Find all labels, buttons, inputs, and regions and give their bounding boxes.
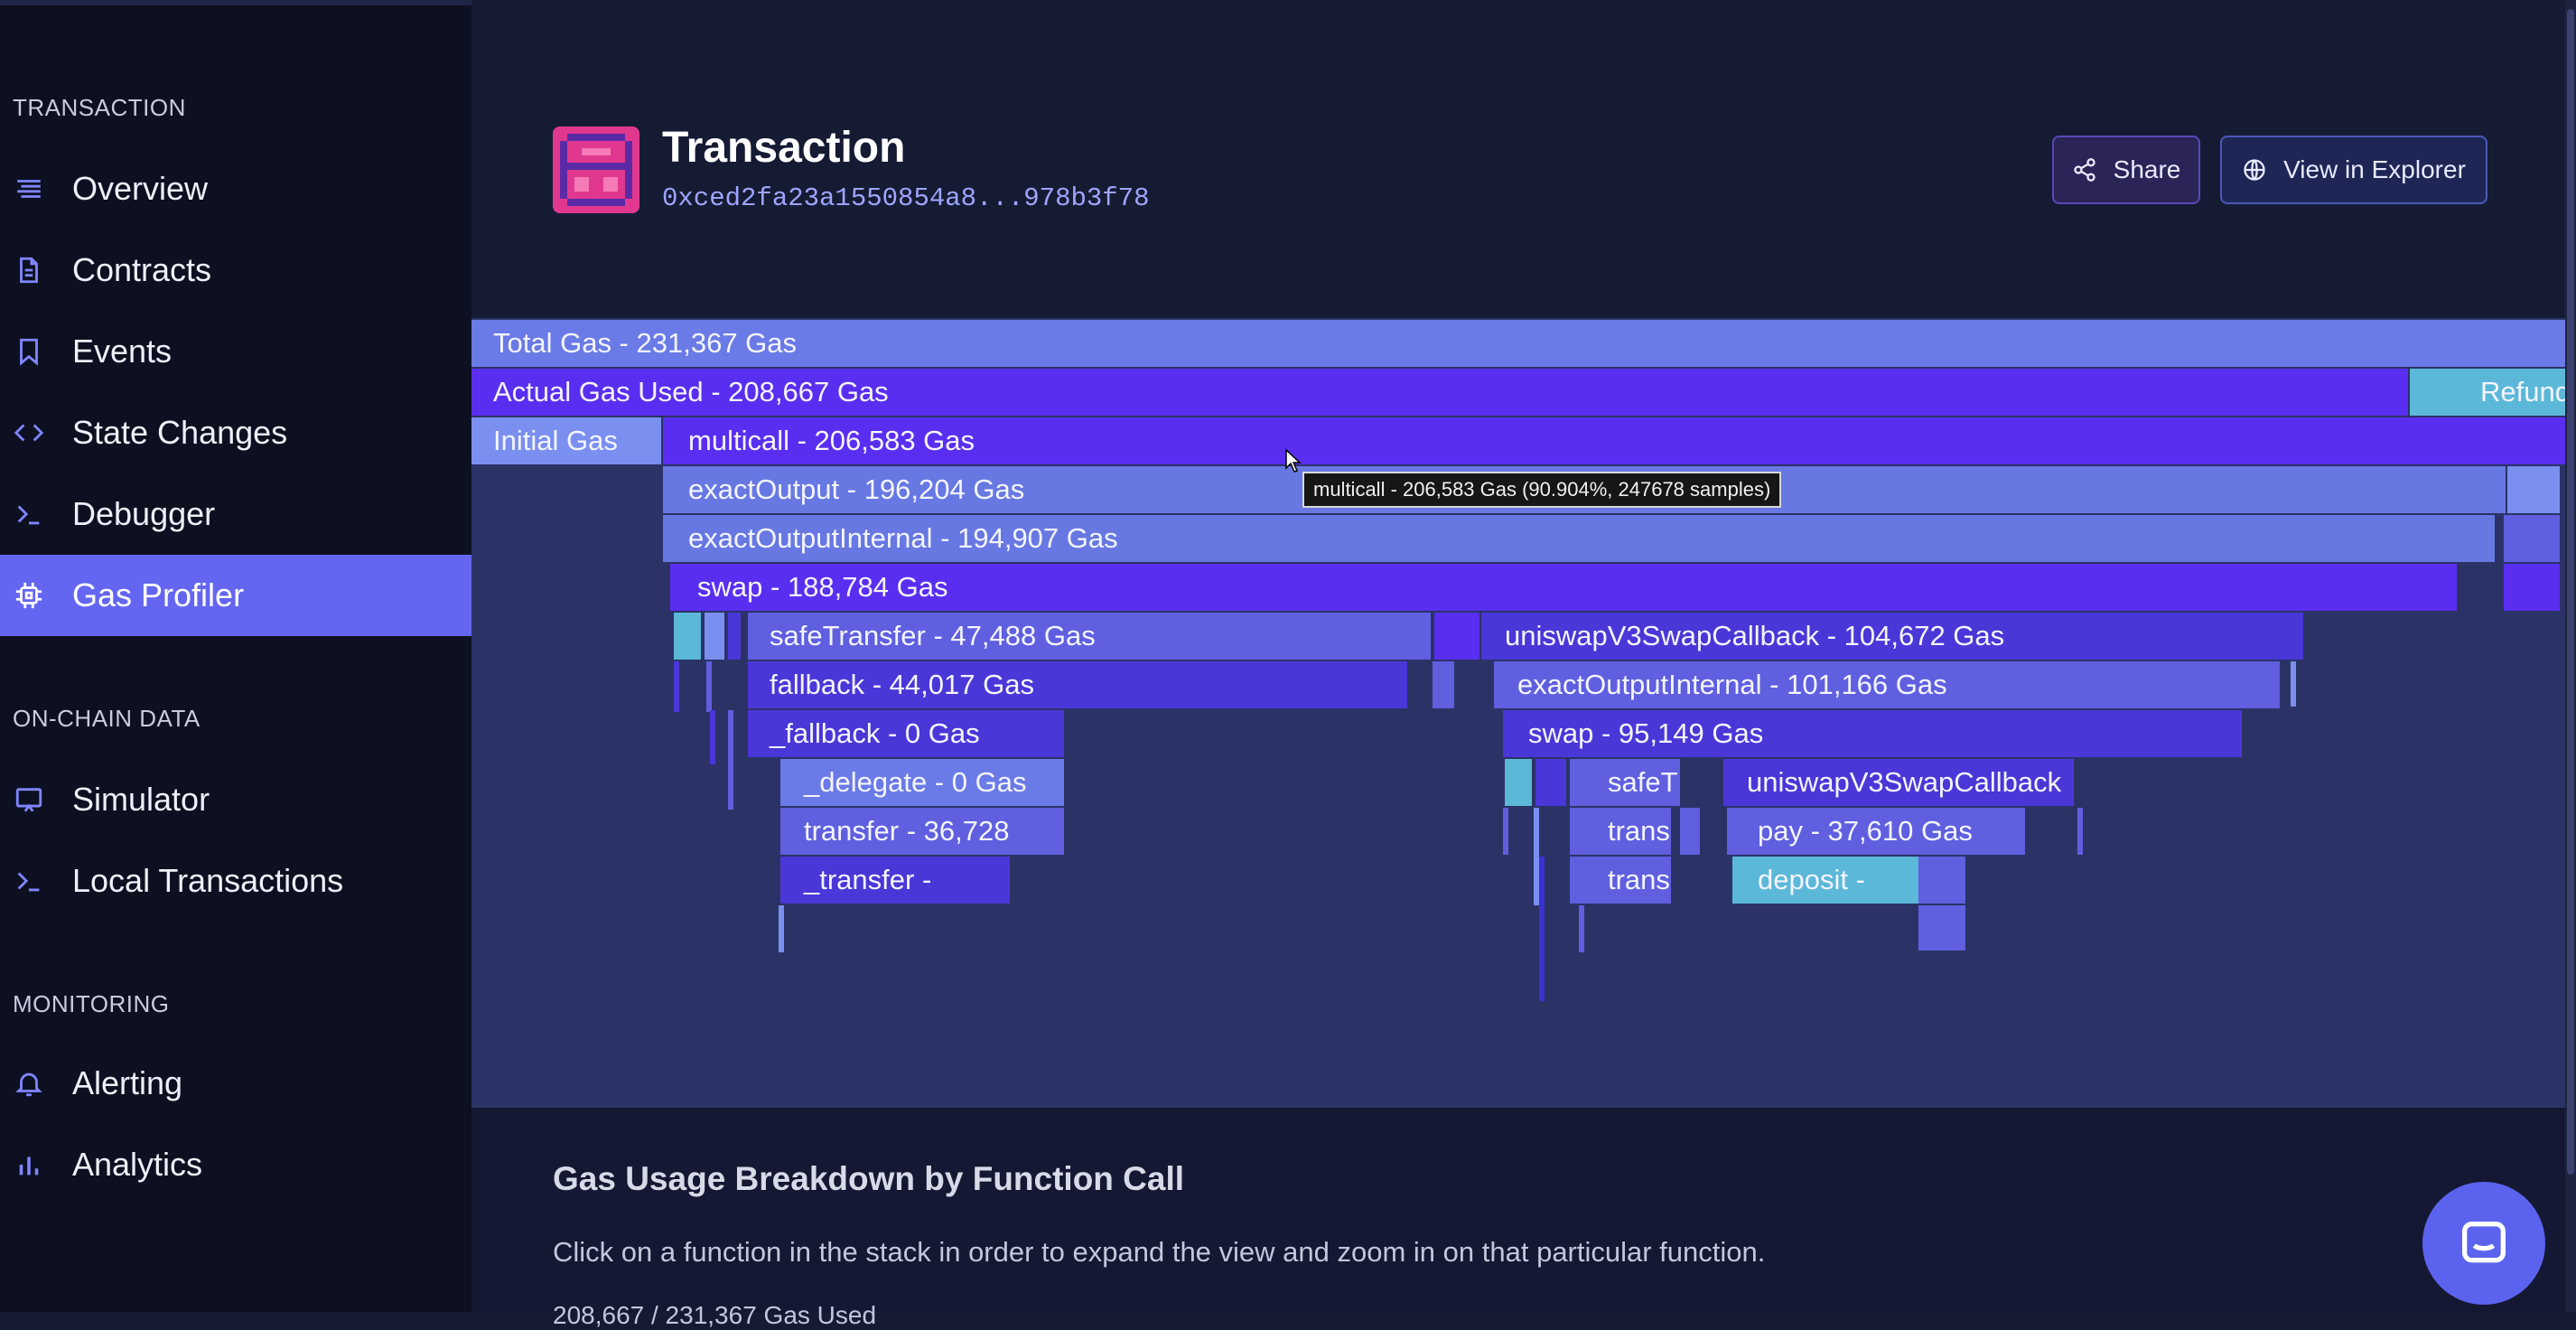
flame-bar-total-gas[interactable]: Total Gas - 231,367 Gas (471, 320, 2569, 367)
flame-bar-safe-transfer[interactable]: safeTransfer - 47,488 Gas (748, 613, 1431, 660)
flame-bar-transfer[interactable]: transfer - 36,728 (780, 808, 1064, 855)
sidebar-item-state-changes[interactable]: State Changes (0, 392, 471, 473)
sidebar-item-label: Gas Profiler (72, 576, 245, 613)
gas-used-summary: 208,667 / 231,367 Gas Used (553, 1301, 877, 1329)
flame-bar-deposit[interactable]: deposit - (1732, 857, 1918, 904)
flame-bar-small[interactable] (2504, 515, 2560, 562)
breakdown-title: Gas Usage Breakdown by Function Call (553, 1160, 1185, 1197)
flame-bar-small[interactable] (1918, 905, 1965, 951)
flame-sliver (2291, 661, 2296, 707)
app-root: TRANSACTION Overview Contracts Events St… (0, 0, 2576, 1329)
flame-bar-initial-gas[interactable]: Initial Gas (471, 417, 661, 464)
section-title-transaction: TRANSACTION (13, 94, 186, 121)
globe-icon (2244, 159, 2265, 181)
transaction-avatar-icon (553, 126, 639, 213)
mouse-cursor-icon (1285, 448, 1302, 473)
chat-support-button[interactable] (2422, 1182, 2545, 1305)
flame-sliver (1579, 905, 1584, 952)
flame-sliver (728, 710, 733, 810)
flame-sliver (706, 661, 712, 712)
flame-bar-delegate[interactable]: _delegate - 0 Gas (780, 759, 1064, 806)
flame-tooltip: multicall - 206,583 Gas (90.904%, 247678… (1302, 472, 1782, 508)
flame-bar-pay[interactable]: pay - 37,610 Gas (1727, 808, 2025, 855)
flame-bar-swap-2[interactable]: swap - 95,149 Gas (1503, 710, 2242, 757)
sidebar-item-analytics[interactable]: Analytics (0, 1124, 471, 1205)
share-icon (2073, 158, 2095, 182)
flame-bar-small[interactable] (1433, 661, 1454, 708)
flame-sliver (1539, 857, 1545, 1001)
flame-bar-safe-t[interactable]: safeT (1570, 759, 1680, 806)
flame-sliver (2077, 808, 2083, 855)
sidebar-item-events[interactable]: Events (0, 311, 471, 392)
flame-bar-trans-1[interactable]: trans (1570, 808, 1671, 855)
flame-sliver (1680, 808, 1700, 855)
sidebar-item-contracts[interactable]: Contracts (0, 229, 471, 311)
flame-bar-swap[interactable]: swap - 188,784 Gas (670, 564, 2457, 611)
flame-bar-fallback[interactable]: fallback - 44,017 Gas (748, 661, 1407, 708)
bookmark-icon (13, 335, 45, 368)
terminal-icon (13, 498, 45, 530)
sidebar-item-label: Contracts (72, 251, 212, 288)
transaction-hash[interactable]: 0xced2fa23a1550854a8...978b3f78 (662, 183, 1150, 213)
view-in-explorer-button[interactable]: View in Explorer (2220, 136, 2487, 204)
sidebar-item-alerting[interactable]: Alerting (0, 1043, 471, 1124)
breakdown-section (471, 1108, 2576, 1312)
sidebar-item-label: Events (72, 332, 173, 370)
flame-bar-multicall[interactable]: multicall - 206,583 Gas (663, 417, 2569, 464)
sidebar-item-label: Simulator (72, 781, 210, 818)
flame-bar-actual-gas-used[interactable]: Actual Gas Used - 208,667 Gas (471, 369, 2408, 416)
flame-bar-small[interactable] (728, 613, 741, 660)
sidebar-item-label: State Changes (72, 414, 288, 451)
sidebar-item-label: Analytics (72, 1146, 203, 1183)
flame-bar-small[interactable] (1434, 613, 1479, 660)
document-icon (13, 254, 45, 286)
flame-bar-small[interactable] (2504, 564, 2560, 611)
terminal-icon (13, 865, 45, 897)
flame-bar-small[interactable] (705, 613, 724, 660)
flame-bar-underscore-fallback[interactable]: _fallback - 0 Gas (748, 710, 1064, 757)
bar-chart-icon (13, 1148, 45, 1181)
flame-bar-small[interactable] (1505, 759, 1532, 806)
bell-icon (13, 1067, 45, 1100)
share-button[interactable]: Share (2052, 136, 2200, 204)
flame-bar-exact-output-internal[interactable]: exactOutputInternal - 194,907 Gas (663, 515, 2495, 562)
flame-sliver (674, 661, 679, 712)
sidebar-item-label: Local Transactions (72, 862, 344, 899)
sidebar-item-label: Alerting (72, 1064, 183, 1101)
flame-sliver (779, 905, 784, 952)
sidebar-item-debugger[interactable]: Debugger (0, 473, 471, 555)
list-icon (13, 173, 45, 205)
scrollbar-thumb[interactable] (2567, 9, 2574, 1175)
view-in-explorer-label: View in Explorer (2283, 155, 2466, 183)
flame-bar-small[interactable] (1535, 759, 1566, 806)
flame-bar-refunded[interactable]: Refunded (2410, 369, 2569, 416)
code-brackets-icon (13, 417, 45, 449)
sidebar-item-local-transactions[interactable]: Local Transactions (0, 840, 471, 922)
flame-sliver (710, 710, 715, 764)
flame-bar-trans-2[interactable]: trans (1570, 857, 1671, 904)
flame-bar-small[interactable] (2507, 466, 2560, 513)
page-title: Transaction (662, 124, 906, 172)
share-button-label: Share (2113, 155, 2181, 183)
flame-bar-uniswap-v3-swap-callback-2[interactable]: uniswapV3SwapCallback (1723, 759, 2074, 806)
sidebar-item-gas-profiler[interactable]: Gas Profiler (0, 555, 471, 636)
flame-bar-small[interactable] (674, 613, 701, 660)
flame-bar-exact-output-internal-2[interactable]: exactOutputInternal - 101,166 Gas (1494, 661, 2280, 708)
sidebar-item-label: Overview (72, 170, 209, 207)
monitor-icon (13, 783, 45, 816)
sidebar-item-label: Debugger (72, 495, 216, 532)
flame-sliver (1503, 808, 1508, 855)
flame-bar-uniswap-v3-swap-callback[interactable]: uniswapV3SwapCallback - 104,672 Gas (1481, 613, 2303, 660)
flame-bar-underscore-transfer[interactable]: _transfer - (780, 857, 1010, 904)
sidebar: TRANSACTION Overview Contracts Events St… (0, 0, 471, 1312)
section-title-on-chain-data: ON-CHAIN DATA (13, 705, 201, 732)
flame-bar-small[interactable] (1918, 857, 1965, 904)
breakdown-description: Click on a function in the stack in orde… (553, 1236, 1766, 1268)
section-title-monitoring: MONITORING (13, 990, 170, 1017)
sidebar-item-simulator[interactable]: Simulator (0, 759, 471, 840)
chip-icon (13, 579, 45, 612)
chat-icon (2462, 1222, 2506, 1263)
sidebar-item-overview[interactable]: Overview (0, 148, 471, 229)
